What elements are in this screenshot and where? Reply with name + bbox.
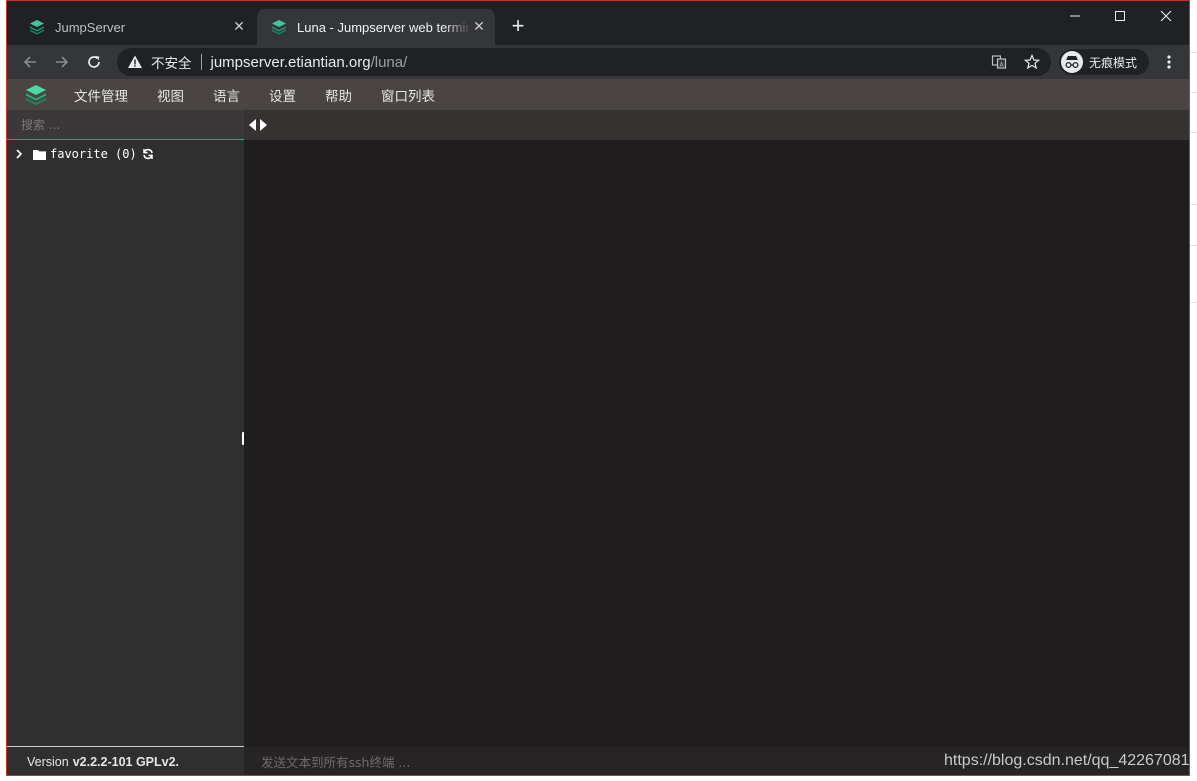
tab-close-icon[interactable]: ✕ xyxy=(231,19,247,35)
folder-icon xyxy=(33,149,46,160)
tab-title: Luna - Jumpserver web terminal xyxy=(297,19,471,35)
warning-icon xyxy=(128,55,142,68)
menu-view[interactable]: 视图 xyxy=(157,85,184,105)
incognito-label: 无痕模式 xyxy=(1089,55,1138,70)
url-path: /luna/ xyxy=(370,53,408,71)
menu-window-list[interactable]: 窗口列表 xyxy=(381,85,435,105)
new-tab-icon[interactable]: + xyxy=(507,15,529,37)
chevron-right-icon[interactable] xyxy=(13,148,25,160)
version-value: v2.2.2-101 GPLv2. xyxy=(72,755,180,769)
tab-title: JumpServer xyxy=(55,19,126,35)
browser-window: JumpServer ✕ Luna - Jumpserver web termi… xyxy=(6,0,1190,776)
jumpserver-favicon-icon xyxy=(272,20,286,35)
browser-menu-icon[interactable] xyxy=(1159,52,1179,72)
maximize-icon[interactable] xyxy=(1097,1,1143,31)
asset-sidebar: favorite (0) Versionv2.2.2-101 GPLv2. xyxy=(7,110,244,775)
minimize-icon[interactable] xyxy=(1052,1,1098,31)
tab-close-icon[interactable]: ✕ xyxy=(471,19,487,35)
menu-settings[interactable]: 设置 xyxy=(269,85,296,105)
bookmark-star-icon[interactable] xyxy=(1022,52,1042,72)
translate-icon[interactable]: A xyxy=(989,52,1009,72)
terminal-area xyxy=(244,110,1189,775)
menu-file-manager[interactable]: 文件管理 xyxy=(74,85,128,105)
refresh-icon[interactable] xyxy=(142,148,154,160)
search-input[interactable] xyxy=(7,110,244,139)
forward-icon[interactable] xyxy=(49,49,75,75)
terminal-tab-bar xyxy=(244,110,1189,140)
menu-language[interactable]: 语言 xyxy=(213,85,240,105)
tab-luna[interactable]: Luna - Jumpserver web terminal ✕ xyxy=(257,9,495,45)
address-bar[interactable]: 不安全 jumpserver.etiantian.org/luna/ xyxy=(117,48,1051,76)
url-host: jumpserver.etiantian.org xyxy=(210,53,371,71)
luna-app: 文件管理 视图 语言 设置 帮助 窗口列表 favorite (0) Versi… xyxy=(7,79,1189,775)
watermark-text: https://blog.csdn.net/qq_42267081 xyxy=(944,752,1190,769)
luna-menubar: 文件管理 视图 语言 设置 帮助 窗口列表 xyxy=(7,79,1189,110)
incognito-indicator[interactable]: 无痕模式 xyxy=(1059,49,1149,75)
window-close-icon[interactable] xyxy=(1143,1,1189,31)
incognito-icon xyxy=(1061,51,1083,73)
background-page xyxy=(1189,0,1197,781)
tree-node-favorite[interactable]: favorite (0) xyxy=(13,146,154,162)
asset-search xyxy=(7,110,244,140)
tree-node-label[interactable]: favorite (0) xyxy=(50,147,137,161)
version-footer: Version v2.2.2-101 GPLv2. xyxy=(7,746,244,775)
browser-toolbar: 不安全 jumpserver.etiantian.org/luna/ A 无痕模… xyxy=(7,45,1189,79)
reload-icon[interactable] xyxy=(81,49,107,75)
version-prefix: Version xyxy=(27,755,69,769)
jumpserver-logo-icon[interactable] xyxy=(24,83,48,107)
tab-jumpserver[interactable]: JumpServer ✕ xyxy=(15,9,255,45)
menu-help[interactable]: 帮助 xyxy=(325,85,352,105)
batch-command-input[interactable] xyxy=(261,754,901,770)
caret-left-icon[interactable] xyxy=(249,119,257,131)
jumpserver-favicon-icon xyxy=(30,20,44,35)
security-label[interactable]: 不安全 xyxy=(151,52,192,72)
address-separator xyxy=(200,54,202,70)
back-icon[interactable] xyxy=(17,49,43,75)
tab-strip: JumpServer ✕ Luna - Jumpserver web termi… xyxy=(7,1,1189,45)
caret-right-icon[interactable] xyxy=(259,119,267,131)
